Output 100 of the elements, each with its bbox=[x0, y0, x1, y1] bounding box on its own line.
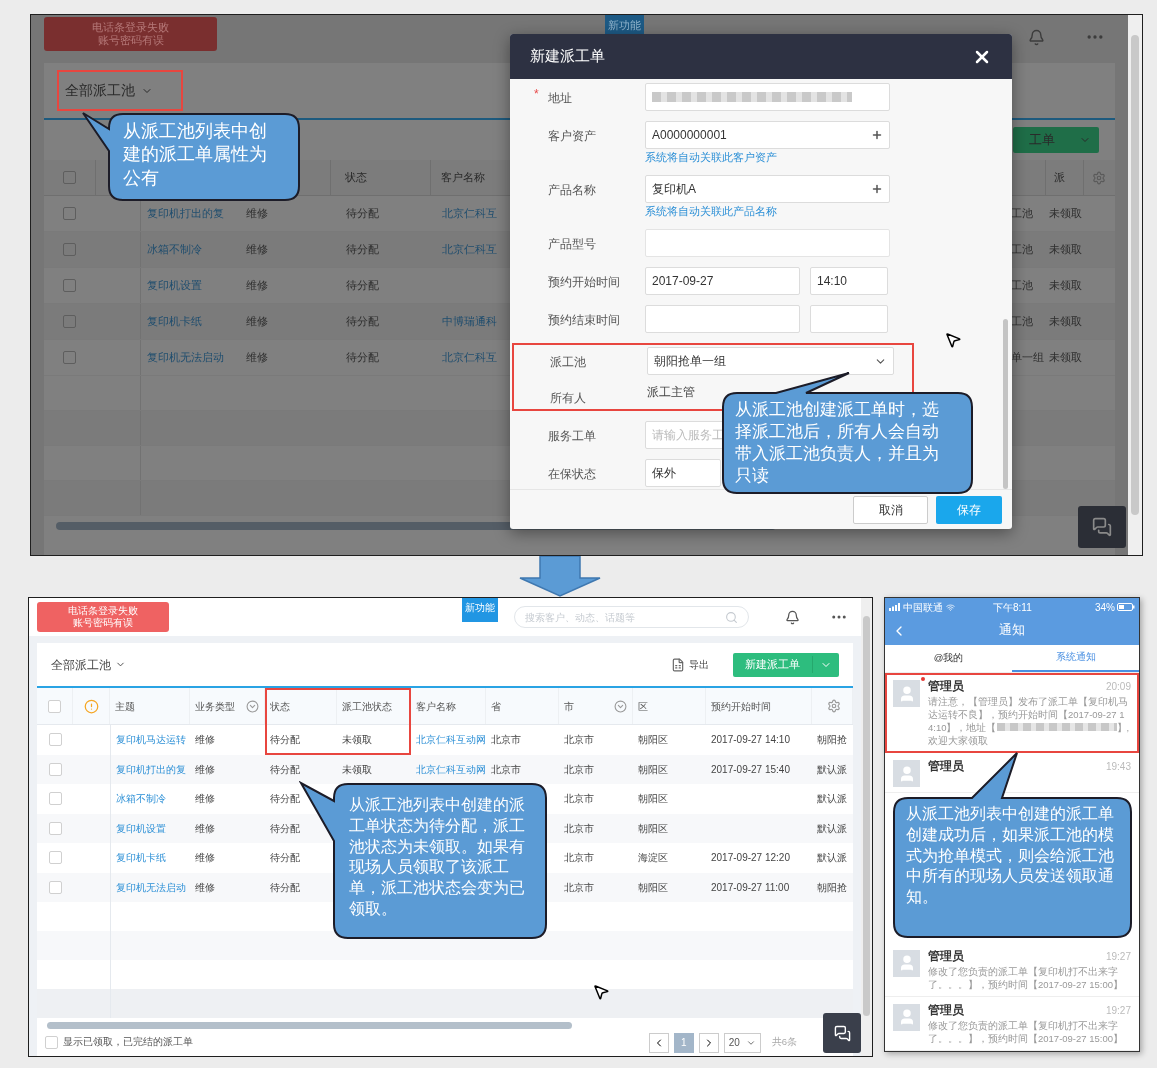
column-header: 区 bbox=[638, 699, 648, 714]
date-field[interactable]: 2017-09-27 bbox=[645, 267, 800, 295]
down-arrow-icon bbox=[518, 556, 602, 597]
table-cell-text: 朝阳区 bbox=[638, 733, 668, 748]
customer-link[interactable]: 北京仁科互 bbox=[442, 205, 497, 222]
type-cell-text: 维修 bbox=[246, 242, 268, 258]
subject-link[interactable]: 复印机无法启动 bbox=[147, 349, 224, 366]
plus-icon[interactable] bbox=[871, 129, 883, 141]
column-header: 客户名称 bbox=[416, 699, 456, 714]
time-field[interactable]: 14:10 bbox=[810, 267, 888, 295]
bell-icon[interactable] bbox=[785, 609, 800, 625]
field-label: 地址 bbox=[548, 90, 573, 107]
lookup-field[interactable]: 复印机A bbox=[645, 175, 890, 203]
required-mark: * bbox=[534, 86, 539, 103]
subject-link[interactable]: 复印机打出的复 bbox=[147, 205, 224, 222]
filter-icon[interactable] bbox=[614, 699, 627, 713]
table-cell-text: 待分配 bbox=[270, 851, 300, 866]
date-field[interactable] bbox=[645, 305, 800, 333]
table-cell-text: 朝阳区 bbox=[638, 880, 668, 895]
previous-page-button[interactable] bbox=[648, 1032, 669, 1053]
new-feature-tag[interactable]: 新功能 bbox=[462, 598, 498, 622]
field-label: 客户资产 bbox=[548, 128, 597, 145]
battery-percent: 34% bbox=[1095, 600, 1115, 615]
table-link[interactable]: 北京仁科互动网 bbox=[416, 732, 486, 748]
settings-icon[interactable] bbox=[1091, 170, 1106, 185]
hint-link[interactable]: 系统将自动关联此客户资产 bbox=[645, 149, 890, 165]
notification-item[interactable]: 管理员 19:27 修改了您负责的派工单【复印机打不出来字了。。。】，预约时间【2017-09-27 15:00】 bbox=[885, 996, 1139, 1051]
chat-button[interactable] bbox=[823, 1013, 861, 1053]
tab[interactable]: @我的 bbox=[885, 645, 1012, 672]
pool-selector[interactable]: 全部派工池 bbox=[57, 70, 183, 111]
table-link[interactable]: 复印机打出的复 bbox=[116, 761, 186, 777]
wifi-icon bbox=[946, 602, 955, 612]
subject-link[interactable]: 复印机设置 bbox=[147, 277, 202, 294]
table-cell-text: 待分配 bbox=[270, 880, 300, 895]
checkbox[interactable] bbox=[63, 279, 76, 292]
search-icon[interactable] bbox=[725, 610, 738, 624]
table-link[interactable]: 复印机无法启动 bbox=[116, 879, 186, 895]
table-cell-text: 维修 bbox=[195, 880, 215, 895]
subject-link[interactable]: 冰箱不制冷 bbox=[147, 241, 202, 258]
filter-icon[interactable] bbox=[246, 699, 259, 713]
table-cell-text: 未领取 bbox=[342, 762, 372, 777]
checkbox-label: 显示已领取，已完结的派工单 bbox=[63, 1035, 193, 1050]
page-button[interactable]: 1 bbox=[673, 1032, 694, 1053]
error-text: 电话条登录失败 bbox=[68, 605, 138, 617]
type-cell-text: 维修 bbox=[246, 206, 268, 222]
customer-link[interactable]: 北京仁科互 bbox=[442, 241, 497, 258]
table-cell-text: 北京市 bbox=[564, 880, 594, 895]
sender-name: 管理员 bbox=[928, 759, 964, 775]
address-field[interactable] bbox=[645, 83, 890, 111]
tab[interactable]: 系统通知 bbox=[1012, 645, 1139, 672]
checkbox[interactable] bbox=[63, 243, 76, 256]
pool-cell-text: 工池 bbox=[1011, 278, 1033, 294]
notification-time: 19:43 bbox=[1105, 760, 1131, 775]
checkbox[interactable] bbox=[63, 207, 76, 220]
claim-status-cell-text: 未领取 bbox=[1049, 314, 1082, 330]
file-icon[interactable] bbox=[671, 657, 685, 672]
checkbox[interactable] bbox=[63, 171, 76, 184]
column-header: 客户名称 bbox=[441, 170, 485, 186]
table-cell-text: 待分配 bbox=[270, 762, 300, 777]
notification-item[interactable]: 管理员 19:27 修改了您负责的派工单【复印机打不出来字了。。。】，预约时间【2017-09-27 15:00】 bbox=[885, 942, 1139, 997]
table-link[interactable]: 冰箱不制冷 bbox=[116, 791, 166, 807]
cancel-button[interactable]: 取消 bbox=[853, 495, 928, 524]
customer-link[interactable]: 中博瑞通科 bbox=[442, 313, 497, 330]
pool-selector[interactable]: 全部派工池 bbox=[51, 655, 126, 674]
select-field[interactable]: 朝阳抢单一组 bbox=[647, 347, 894, 375]
table-cell-text: 默认派 bbox=[817, 821, 847, 836]
new-order-button[interactable]: 新建派工单 bbox=[733, 652, 839, 677]
hint-link[interactable]: 系统将自动关联此产品名称 bbox=[645, 203, 890, 219]
checkbox[interactable] bbox=[63, 351, 76, 364]
field-label: 预约开始时间 bbox=[548, 274, 621, 291]
page-size-select[interactable]: 20 bbox=[723, 1032, 761, 1053]
checkbox[interactable] bbox=[63, 315, 76, 328]
new-order-button[interactable]: 工单 bbox=[1013, 127, 1099, 153]
table-link[interactable]: 复印机马达运转 bbox=[116, 732, 186, 748]
avatar-icon bbox=[893, 680, 920, 707]
new-feature-tag[interactable]: 新功能 bbox=[605, 15, 644, 35]
sender-name: 管理员 bbox=[928, 1002, 964, 1018]
table-link[interactable]: 复印机卡纸 bbox=[116, 850, 166, 866]
notification-item[interactable]: 管理员 20:09 请注意，【管理员】发布了派工单【复印机马达运转不良】，预约开始时间【2017-09-27 14:10】，地址【 】,欢迎大家领取 bbox=[885, 673, 1139, 754]
table-cell-text: 默认派 bbox=[817, 792, 847, 807]
next-page-button[interactable] bbox=[698, 1032, 719, 1053]
save-button[interactable]: 保存 bbox=[936, 495, 1002, 524]
table-cell-text: 北京市 bbox=[564, 792, 594, 807]
export-link[interactable]: 导出 bbox=[689, 657, 709, 672]
time-field[interactable] bbox=[810, 305, 888, 333]
column-header: 派工池状态 bbox=[342, 699, 392, 714]
total-count: 共6条 bbox=[771, 1035, 797, 1050]
plus-icon[interactable] bbox=[871, 183, 883, 195]
clock-time: 下午8:11 bbox=[993, 600, 1032, 615]
column-header: 省 bbox=[491, 699, 501, 714]
text-field[interactable]: 保外 bbox=[645, 459, 721, 487]
subject-link[interactable]: 复印机卡纸 bbox=[147, 313, 202, 330]
settings-icon[interactable] bbox=[827, 699, 841, 713]
claim-status-cell-text: 未领取 bbox=[1049, 206, 1082, 222]
lookup-field[interactable]: A0000000001 bbox=[645, 121, 890, 149]
table-link[interactable]: 北京仁科互动网 bbox=[416, 761, 486, 777]
customer-link[interactable]: 北京仁科互 bbox=[442, 349, 497, 366]
table-cell-text: 维修 bbox=[195, 733, 215, 748]
table-link[interactable]: 复印机设置 bbox=[116, 820, 166, 836]
notification-text: 请注意，【管理员】发布了派工单【复印机马达运转不良】，预约开始时间【2017-09-27 14:10】，地址【 】,欢迎大家领取 bbox=[928, 695, 1131, 748]
